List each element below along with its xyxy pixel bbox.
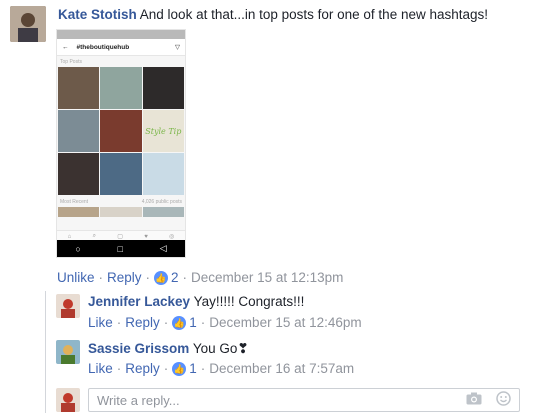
avatar-image	[10, 6, 46, 42]
reply-author[interactable]: Jennifer Lackey	[88, 294, 190, 309]
like-count[interactable]: 1	[189, 361, 197, 376]
avatar-current-user[interactable]	[56, 388, 80, 412]
like-link[interactable]: Like	[88, 315, 113, 330]
comment-body: Kate Stotish And look at that...in top p…	[58, 7, 538, 22]
reply-text: Yay!!!!! Congrats!!!	[193, 294, 305, 309]
separator-dot: ·	[163, 315, 169, 330]
reply-body: Jennifer Lackey Yay!!!!! Congrats!!!	[88, 294, 304, 309]
emoji-icon[interactable]	[496, 391, 511, 409]
search-icon: ⌕	[92, 233, 96, 239]
top-posts-grid: Style Tip	[57, 67, 185, 195]
reply-link[interactable]: Reply	[107, 270, 142, 285]
post-count: 4,026 public posts	[141, 199, 182, 205]
grid-cell	[58, 110, 100, 152]
grid-cell	[58, 67, 100, 109]
thread-line	[45, 291, 46, 413]
avatar-image	[56, 340, 80, 364]
nav-back-icon: ◁	[159, 243, 167, 253]
reply-link[interactable]: Reply	[125, 315, 160, 330]
grid-cell	[100, 207, 142, 217]
grid-cell	[142, 67, 184, 109]
recent-thumbnails	[57, 207, 185, 217]
avatar-image	[56, 294, 80, 318]
reply-author[interactable]: Sassie Grissom	[88, 341, 189, 356]
profile-icon: ◎	[169, 234, 175, 240]
most-recent-row: Most Recent 4,026 public posts	[57, 195, 185, 207]
grid-cell	[100, 110, 142, 152]
avatar-jennifer[interactable]	[56, 294, 80, 318]
hashtag-title: #theboutiquehub	[76, 43, 130, 51]
separator-dot: ·	[116, 361, 122, 376]
comment-author[interactable]: Kate Stotish	[58, 7, 137, 22]
separator-dot: ·	[145, 270, 151, 285]
like-link[interactable]: Like	[88, 361, 113, 376]
separator-dot: ·	[200, 361, 206, 376]
separator-dot: ·	[182, 270, 188, 285]
nav-home-icon: ○	[75, 243, 81, 254]
reply-body: Sassie Grissom You Go❣	[88, 341, 249, 357]
nav-recents-icon: □	[117, 243, 123, 254]
reply-actions: Like · Reply · 👍 1 · December 16 at 7:57…	[88, 361, 354, 376]
reply-text: You Go❣	[192, 341, 249, 356]
like-thumb-icon: 👍	[172, 315, 187, 330]
like-thumb-icon: 👍	[154, 270, 169, 285]
grid-cell	[100, 67, 142, 109]
like-thumb-icon: 👍	[172, 361, 187, 376]
like-count[interactable]: 2	[171, 270, 179, 285]
camera-icon: ▢	[117, 234, 123, 240]
unlike-link[interactable]: Unlike	[57, 270, 95, 285]
phone-status-bar	[57, 30, 185, 39]
reply-timestamp[interactable]: December 16 at 7:57am	[209, 361, 354, 376]
heart-icon: ♥	[144, 233, 148, 240]
separator-dot: ·	[200, 315, 206, 330]
grid-cell: Style Tip	[142, 110, 184, 152]
comment-text: And look at that...in top posts for one …	[139, 7, 489, 22]
composer-icons	[466, 391, 511, 409]
grid-cell	[100, 153, 142, 195]
grid-cell	[142, 207, 184, 217]
reply-actions: Like · Reply · 👍 1 · December 15 at 12:4…	[88, 315, 362, 330]
grid-cell	[58, 153, 100, 195]
send-icon: ▽	[175, 44, 180, 51]
reply-composer[interactable]	[88, 388, 520, 412]
android-nav-bar: ○ □ ◁	[57, 240, 185, 257]
ig-header: ← #theboutiquehub ▽	[57, 39, 185, 56]
style-tip-text: Style Tip	[145, 126, 182, 136]
top-posts-label: Top Posts	[60, 59, 82, 65]
reply-timestamp[interactable]: December 15 at 12:46pm	[209, 315, 361, 330]
separator-dot: ·	[98, 270, 104, 285]
camera-icon[interactable]	[466, 392, 482, 408]
back-arrow-icon: ←	[62, 43, 69, 51]
separator-dot: ·	[163, 361, 169, 376]
most-recent-label: Most Recent	[60, 199, 89, 205]
comment-timestamp[interactable]: December 15 at 12:13pm	[191, 270, 343, 285]
attached-screenshot[interactable]: ← #theboutiquehub ▽ Top Posts Style Tip …	[56, 29, 186, 258]
avatar-image	[56, 388, 80, 412]
avatar-sassie[interactable]	[56, 340, 80, 364]
avatar-kate[interactable]	[10, 6, 46, 42]
comment-actions: Unlike · Reply · 👍 2 · December 15 at 12…	[57, 270, 343, 285]
grid-cell	[58, 207, 100, 217]
like-count[interactable]: 1	[189, 315, 197, 330]
separator-dot: ·	[116, 315, 122, 330]
reply-link[interactable]: Reply	[125, 361, 160, 376]
home-icon: ⌂	[67, 233, 72, 240]
grid-cell	[142, 153, 184, 195]
reply-input[interactable]	[97, 392, 466, 408]
